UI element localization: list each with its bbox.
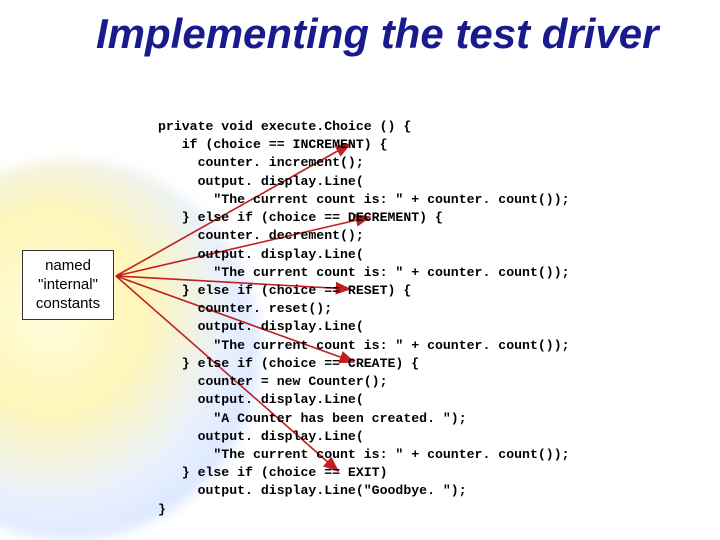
slide: Implementing the test driver named "inte… xyxy=(0,0,720,540)
code-block: private void execute.Choice () { if (cho… xyxy=(158,118,570,519)
slide-title: Implementing the test driver xyxy=(96,12,658,56)
callout-named-constants: named "internal" constants xyxy=(22,250,114,320)
